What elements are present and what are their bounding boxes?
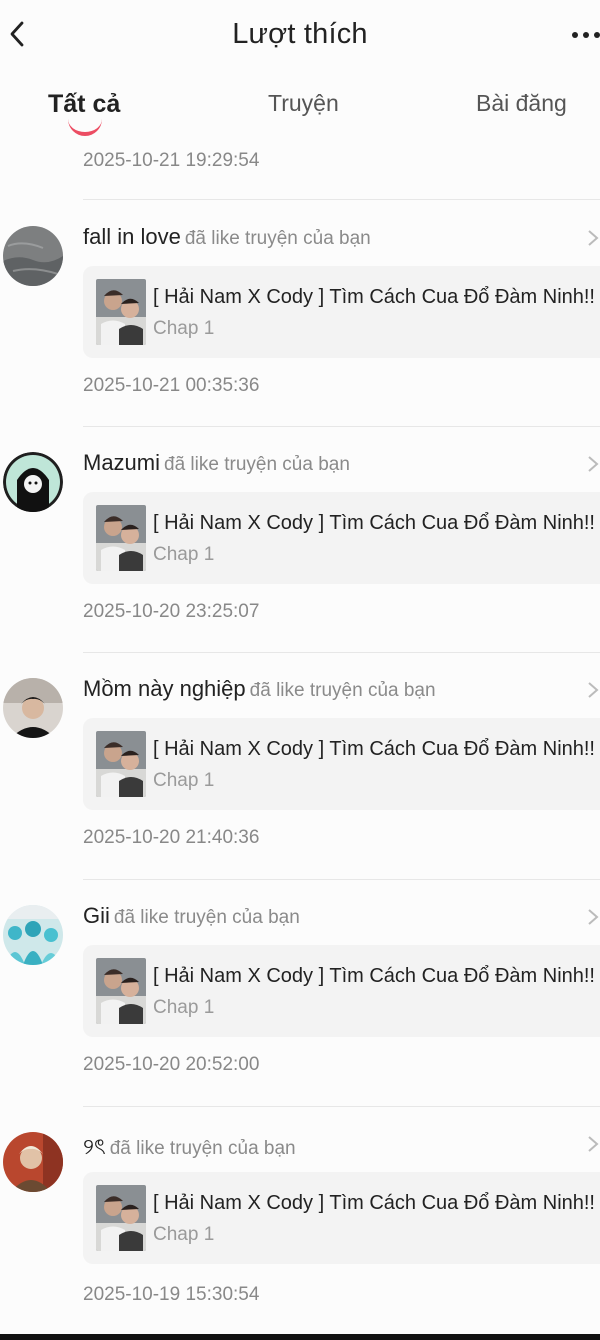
timestamp: 2025-10-21 19:29:54: [83, 150, 260, 171]
page-title: Lượt thích: [232, 18, 368, 50]
story-cover-image: [96, 958, 146, 1024]
username[interactable]: fall in love: [83, 224, 181, 249]
avatar[interactable]: [3, 905, 63, 965]
like-text: ୨ৎ đã like truyện của bạn: [83, 1130, 296, 1167]
more-dots-icon: [572, 32, 578, 38]
story-cover-image: [96, 279, 146, 345]
story-cover-image: [96, 1185, 146, 1251]
story-card[interactable]: [ Hải Nam X Cody ] Tìm Cách Cua Đổ Đàm N…: [83, 266, 600, 358]
timestamp: 2025-10-20 23:25:07: [83, 601, 260, 622]
timestamp: 2025-10-19 15:30:54: [83, 1284, 260, 1305]
story-title: [ Hải Nam X Cody ] Tìm Cách Cua Đổ Đàm N…: [153, 965, 595, 987]
username[interactable]: ୨ৎ: [83, 1134, 106, 1159]
more-button[interactable]: [560, 20, 600, 50]
like-text: Gii đã like truyện của bạn: [83, 903, 300, 929]
action-text: đã like truyện của bạn: [113, 907, 300, 928]
username[interactable]: Gii: [83, 903, 110, 928]
chevron-right-icon[interactable]: [586, 1134, 600, 1154]
action-text: đã like truyện của bạn: [249, 680, 436, 701]
chapter-label: Chap 1: [153, 1224, 215, 1245]
like-text: fall in love đã like truyện của bạn: [83, 224, 371, 250]
tab-posts[interactable]: Bài đăng: [476, 90, 567, 117]
story-card[interactable]: [ Hải Nam X Cody ] Tìm Cách Cua Đổ Đàm N…: [83, 945, 600, 1037]
action-text: đã like truyện của bạn: [109, 1138, 296, 1159]
tab-all[interactable]: Tất cả: [48, 90, 120, 119]
username[interactable]: Mazumi: [83, 450, 160, 475]
story-cover-image: [96, 505, 146, 571]
list-item[interactable]: Gii đã like truyện của bạn [ Hải Nam X Co…: [0, 879, 600, 1079]
chapter-label: Chap 1: [153, 318, 215, 339]
story-card[interactable]: [ Hải Nam X Cody ] Tìm Cách Cua Đổ Đàm N…: [83, 492, 600, 584]
action-text: đã like truyện của bạn: [184, 228, 371, 249]
story-title: [ Hải Nam X Cody ] Tìm Cách Cua Đổ Đàm N…: [153, 738, 595, 760]
username[interactable]: Mồm này nghiệp: [83, 676, 246, 701]
more-dot: [594, 32, 600, 38]
more-dot: [583, 32, 589, 38]
story-cover-image: [96, 731, 146, 797]
story-title: [ Hải Nam X Cody ] Tìm Cách Cua Đổ Đàm N…: [153, 1192, 595, 1214]
avatar[interactable]: [3, 226, 63, 286]
tab-stories[interactable]: Truyện: [268, 90, 339, 117]
timestamp: 2025-10-20 21:40:36: [83, 827, 260, 848]
like-text: Mazumi đã like truyện của bạn: [83, 450, 350, 476]
chapter-label: Chap 1: [153, 997, 215, 1018]
story-title: [ Hải Nam X Cody ] Tìm Cách Cua Đổ Đàm N…: [153, 512, 595, 534]
list-item[interactable]: ୨ৎ đã like truyện của bạn [ Hải Nam X Cod…: [0, 1106, 600, 1306]
chevron-right-icon[interactable]: [586, 228, 600, 248]
avatar[interactable]: [3, 452, 63, 512]
action-text: đã like truyện của bạn: [164, 454, 350, 475]
like-text: Mồm này nghiệp đã like truyện của bạn: [83, 676, 436, 702]
chevron-right-icon[interactable]: [586, 907, 600, 927]
chevron-right-icon[interactable]: [586, 680, 600, 700]
chevron-right-icon[interactable]: [586, 454, 600, 474]
list-item[interactable]: Mồm này nghiệp đã like truyện của bạn [ H…: [0, 652, 600, 852]
timestamp: 2025-10-20 20:52:00: [83, 1054, 260, 1075]
chapter-label: Chap 1: [153, 770, 215, 791]
story-card[interactable]: [ Hải Nam X Cody ] Tìm Cách Cua Đổ Đàm N…: [83, 1172, 600, 1264]
avatar[interactable]: [3, 678, 63, 738]
story-card[interactable]: [ Hải Nam X Cody ] Tìm Cách Cua Đổ Đàm N…: [83, 718, 600, 810]
chapter-label: Chap 1: [153, 544, 215, 565]
list-item[interactable]: Mazumi đã like truyện của bạn [ Hải Nam X…: [0, 426, 600, 626]
story-title: [ Hải Nam X Cody ] Tìm Cách Cua Đổ Đàm N…: [153, 286, 595, 308]
list-item[interactable]: fall in love đã like truyện của bạn [ Hải…: [0, 200, 600, 400]
bottom-edge-bar: [0, 1334, 600, 1340]
timestamp: 2025-10-21 00:35:36: [83, 375, 260, 396]
top-bar: Lượt thích: [0, 0, 600, 72]
avatar[interactable]: [3, 1132, 63, 1192]
